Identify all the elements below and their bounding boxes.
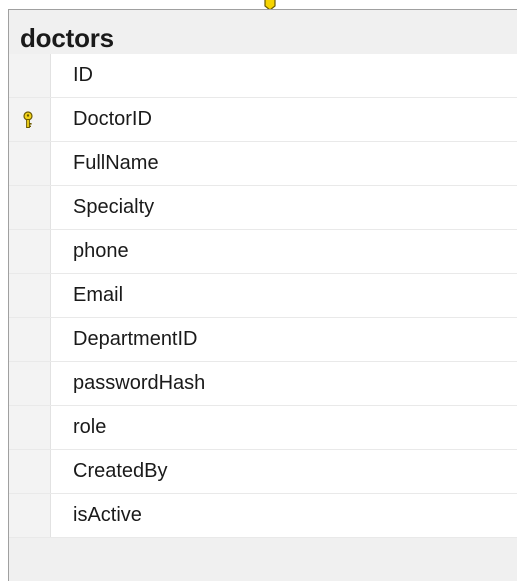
column-name: DoctorID xyxy=(73,108,152,130)
row-selector[interactable] xyxy=(9,230,51,273)
column-name: phone xyxy=(73,240,129,262)
column-row[interactable]: CreatedBy xyxy=(9,450,517,494)
table-doctors[interactable]: doctors ID DoctorID FullName Specialty p… xyxy=(8,9,517,581)
row-selector[interactable] xyxy=(9,186,51,229)
key-icon xyxy=(23,111,33,128)
column-grid: ID DoctorID FullName Specialty phone Ema… xyxy=(9,54,517,538)
column-name: CreatedBy xyxy=(73,460,168,482)
row-selector[interactable] xyxy=(9,406,51,449)
row-selector[interactable] xyxy=(9,142,51,185)
table-header[interactable]: doctors xyxy=(9,10,517,54)
row-selector[interactable] xyxy=(9,450,51,493)
column-name: ID xyxy=(73,64,93,86)
column-row[interactable]: DepartmentID xyxy=(9,318,517,362)
column-row[interactable]: DoctorID xyxy=(9,98,517,142)
column-name: Specialty xyxy=(73,196,155,218)
column-row[interactable]: role xyxy=(9,406,517,450)
column-row[interactable]: FullName xyxy=(9,142,517,186)
table-footer-blank xyxy=(9,538,517,581)
row-selector[interactable] xyxy=(9,494,51,537)
column-row[interactable]: isActive xyxy=(9,494,517,538)
column-name: isActive xyxy=(73,504,142,526)
column-name: DepartmentID xyxy=(73,328,198,350)
column-row[interactable]: Email xyxy=(9,274,517,318)
column-name: FullName xyxy=(73,152,159,174)
row-selector[interactable] xyxy=(9,274,51,317)
table-title: doctors xyxy=(20,23,114,53)
column-name: Email xyxy=(73,284,124,306)
column-row[interactable]: passwordHash xyxy=(9,362,517,406)
row-selector[interactable] xyxy=(9,362,51,405)
row-selector[interactable] xyxy=(9,318,51,361)
column-row[interactable]: phone xyxy=(9,230,517,274)
row-selector[interactable] xyxy=(9,54,51,97)
column-name: passwordHash xyxy=(73,372,206,394)
row-selector[interactable] xyxy=(9,98,51,141)
column-name: role xyxy=(73,416,107,438)
column-row[interactable]: Specialty xyxy=(9,186,517,230)
column-row[interactable]: ID xyxy=(9,54,517,98)
diagram-canvas: doctors ID DoctorID FullName Specialty p… xyxy=(0,0,517,581)
